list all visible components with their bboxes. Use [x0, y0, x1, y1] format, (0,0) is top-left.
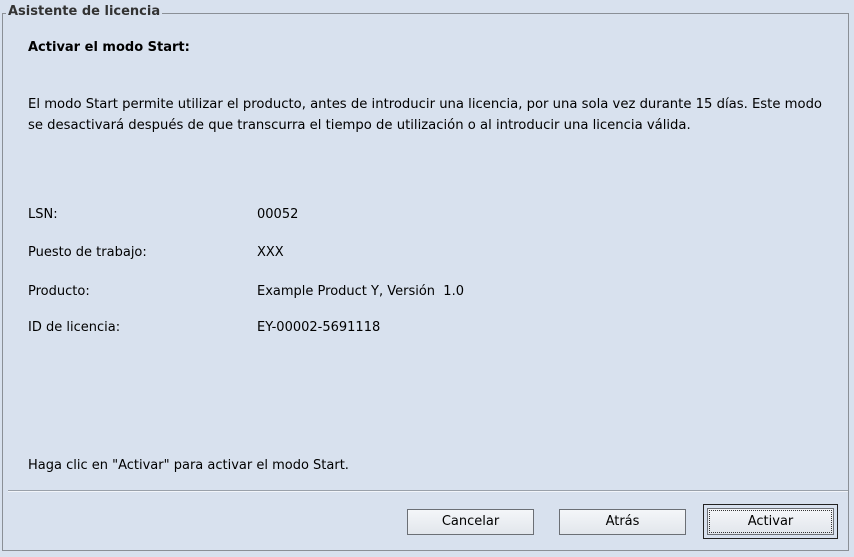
license-id-value: EY-00002-5691118: [257, 320, 381, 335]
cancel-button[interactable]: Cancelar: [407, 509, 534, 535]
product-value: Example Product Y, Versión 1.0: [257, 284, 464, 299]
workstation-label: Puesto de trabajo:: [28, 245, 147, 260]
description-text: El modo Start permite utilizar el produc…: [28, 97, 823, 133]
workstation-value: XXX: [257, 245, 284, 260]
activate-hint: Haga clic en "Activar" para activar el m…: [28, 458, 349, 473]
lsn-label: LSN:: [28, 207, 58, 222]
license-id-label: ID de licencia:: [28, 320, 121, 335]
product-label: Producto:: [28, 284, 90, 299]
activate-button[interactable]: Activar: [707, 508, 834, 535]
footer-divider: [8, 490, 848, 492]
lsn-value: 00052: [257, 207, 299, 222]
panel-title: Asistente de licencia: [6, 4, 163, 19]
section-heading: Activar el modo Start:: [28, 40, 190, 55]
back-button[interactable]: Atrás: [559, 509, 686, 535]
